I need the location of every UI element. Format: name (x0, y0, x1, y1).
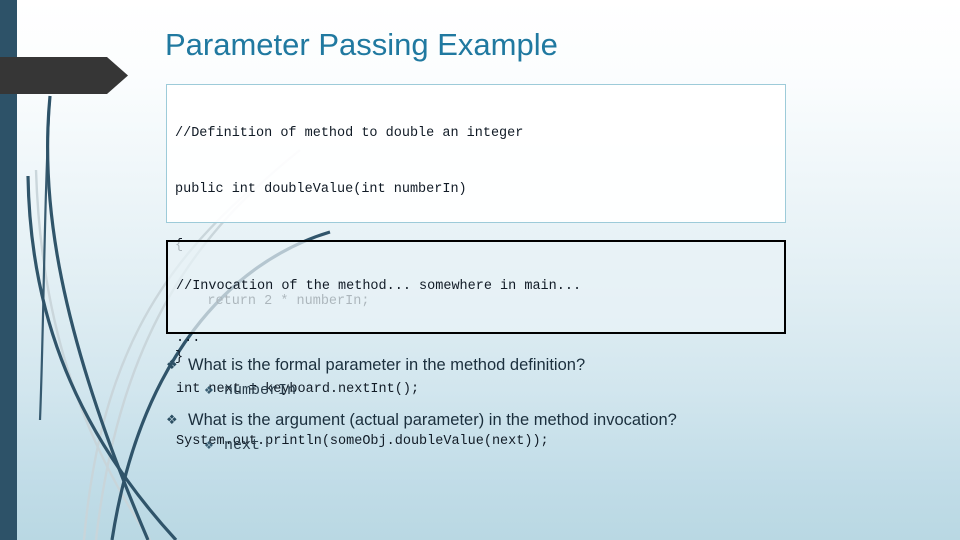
left-accent-bar (0, 0, 17, 540)
diamond-bullet-icon: ❖ (166, 357, 178, 372)
list-item-label: numberIn (224, 382, 297, 399)
code-block-definition: //Definition of method to double an inte… (166, 84, 786, 365)
list-item-label: next (224, 437, 261, 454)
bullet-list: ❖ What is the formal parameter in the me… (162, 353, 722, 463)
list-item: ❖ next (202, 435, 722, 457)
code-block-invocation: //Invocation of the method... somewhere … (166, 240, 786, 449)
code-line: //Definition of method to double an inte… (175, 126, 524, 141)
code-line: ... (176, 330, 201, 346)
list-item: ❖ What is the argument (actual parameter… (162, 408, 722, 432)
page-title: Parameter Passing Example (165, 27, 558, 62)
diamond-bullet-icon: ❖ (204, 385, 214, 397)
list-item-label: What is the formal parameter in the meth… (188, 356, 586, 374)
list-item: ❖ What is the formal parameter in the me… (162, 353, 722, 377)
code-line: //Invocation of the method... somewhere … (176, 279, 582, 294)
slide-canvas: Parameter Passing Example //Definition o… (0, 0, 960, 540)
list-item: ❖ numberIn (202, 380, 722, 402)
arrow-banner (0, 57, 128, 94)
decor-stem-group (38, 95, 52, 421)
diamond-bullet-icon: ❖ (204, 440, 214, 452)
list-item-label: What is the argument (actual parameter) … (188, 411, 677, 429)
diamond-bullet-icon: ❖ (166, 412, 178, 427)
code-line: public int doubleValue(int numberIn) (175, 182, 467, 197)
